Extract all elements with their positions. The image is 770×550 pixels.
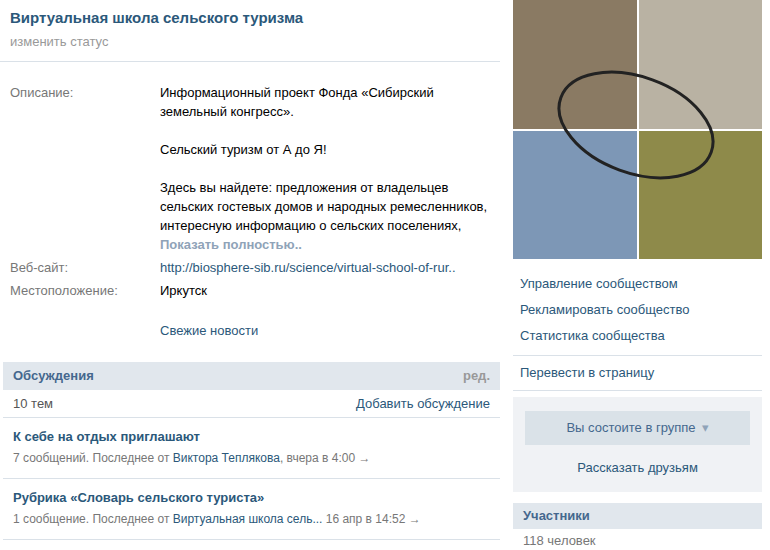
- add-discussion-link[interactable]: Добавить обсуждение: [356, 394, 490, 414]
- members-title: Участники: [523, 506, 590, 526]
- info-row: Местоположение:Иркутск: [10, 281, 490, 300]
- info-row: Веб-сайт:http://biosphere-sib.ru/science…: [10, 258, 490, 277]
- discussions-header: Обсуждения ред.: [3, 362, 500, 390]
- share-link[interactable]: Рассказать друзьям: [577, 458, 698, 478]
- description-paragraph: Информационный проект Фонда «Сибирский з…: [160, 83, 490, 121]
- topic-arrow[interactable]: →: [358, 451, 370, 465]
- member-button-label: Вы состоите в группе: [566, 418, 695, 438]
- show-more-link[interactable]: Показать полностью..: [160, 235, 490, 254]
- topic-author[interactable]: Виктора Теплякова: [173, 451, 280, 465]
- group-header: Виртуальная школа сельского туризма измен…: [0, 0, 500, 62]
- info-block: Описание:Информационный проект Фонда «Си…: [0, 62, 500, 340]
- topic-arrow[interactable]: →: [409, 512, 421, 526]
- topic-author[interactable]: Виртуальная школа сель...: [173, 512, 323, 526]
- photo-part: [639, 0, 763, 129]
- caret-icon: ▾: [702, 418, 709, 438]
- info-label: Местоположение:: [10, 281, 160, 300]
- photo-part: [513, 131, 637, 260]
- description-text: Информационный проект Фонда «Сибирский з…: [160, 83, 490, 235]
- info-label: Описание:: [10, 83, 160, 235]
- admin-action-link[interactable]: Статистика сообщества: [520, 323, 755, 349]
- topic-meta: 7 сообщений. Последнее от Виктора Тепляк…: [13, 447, 490, 469]
- topic-row[interactable]: Рубрика «Словарь сельского туриста»1 соо…: [3, 479, 500, 540]
- main-column: Виртуальная школа сельского туризма измен…: [0, 0, 500, 550]
- news-link[interactable]: Свежие новости: [160, 321, 490, 340]
- topics-count: 10 тем: [13, 394, 53, 414]
- status-link[interactable]: изменить статус: [10, 32, 490, 51]
- admin-action-link[interactable]: Рекламировать сообщество: [520, 297, 755, 323]
- members-header[interactable]: Участники: [513, 503, 762, 529]
- info-value: Иркутск: [160, 281, 207, 300]
- membership-box: Вы состоите в группе ▾Рассказать друзьям: [513, 397, 762, 492]
- edit-link[interactable]: ред.: [463, 366, 490, 386]
- discussions-summary: 10 тем Добавить обсуждение: [3, 390, 500, 418]
- info-label: Веб-сайт:: [10, 258, 160, 277]
- group-title: Виртуальная школа сельского туризма: [10, 7, 490, 29]
- description-paragraph: Здесь вы найдете: предложения от владель…: [160, 178, 490, 235]
- photo-part: [513, 0, 637, 129]
- discussions: Обсуждения ред. 10 тем Добавить обсуждение К…: [3, 362, 500, 540]
- side-column: Управление сообществомРекламировать сооб…: [513, 0, 762, 550]
- topic-title[interactable]: Рубрика «Словарь сельского туриста»: [13, 488, 490, 508]
- convert-link[interactable]: Перевести в страницу: [513, 360, 762, 391]
- topic-meta: 1 сообщение. Последнее от Виртуальная шк…: [13, 508, 490, 530]
- info-value[interactable]: http://biosphere-sib.ru/science/virtual-…: [160, 258, 456, 277]
- admin-actions: Управление сообществомРекламировать сооб…: [513, 271, 762, 356]
- group-photo[interactable]: [513, 0, 762, 259]
- admin-action-link[interactable]: Управление сообществом: [520, 271, 755, 297]
- photo-part: [639, 131, 763, 260]
- group-page: Виртуальная школа сельского туризма измен…: [0, 0, 770, 550]
- description-paragraph: Сельский туризм от А до Я!: [160, 140, 490, 159]
- topic-title[interactable]: К себе на отдых приглашают: [13, 427, 490, 447]
- discussions-title[interactable]: Обсуждения: [13, 366, 94, 386]
- topic-row[interactable]: К себе на отдых приглашают7 сообщений. П…: [3, 418, 500, 479]
- members-count: 118 человек: [513, 529, 762, 550]
- description-row: Описание:Информационный проект Фонда «Си…: [10, 83, 490, 235]
- stamp-icon: [551, 70, 721, 180]
- member-button[interactable]: Вы состоите в группе ▾: [525, 411, 750, 445]
